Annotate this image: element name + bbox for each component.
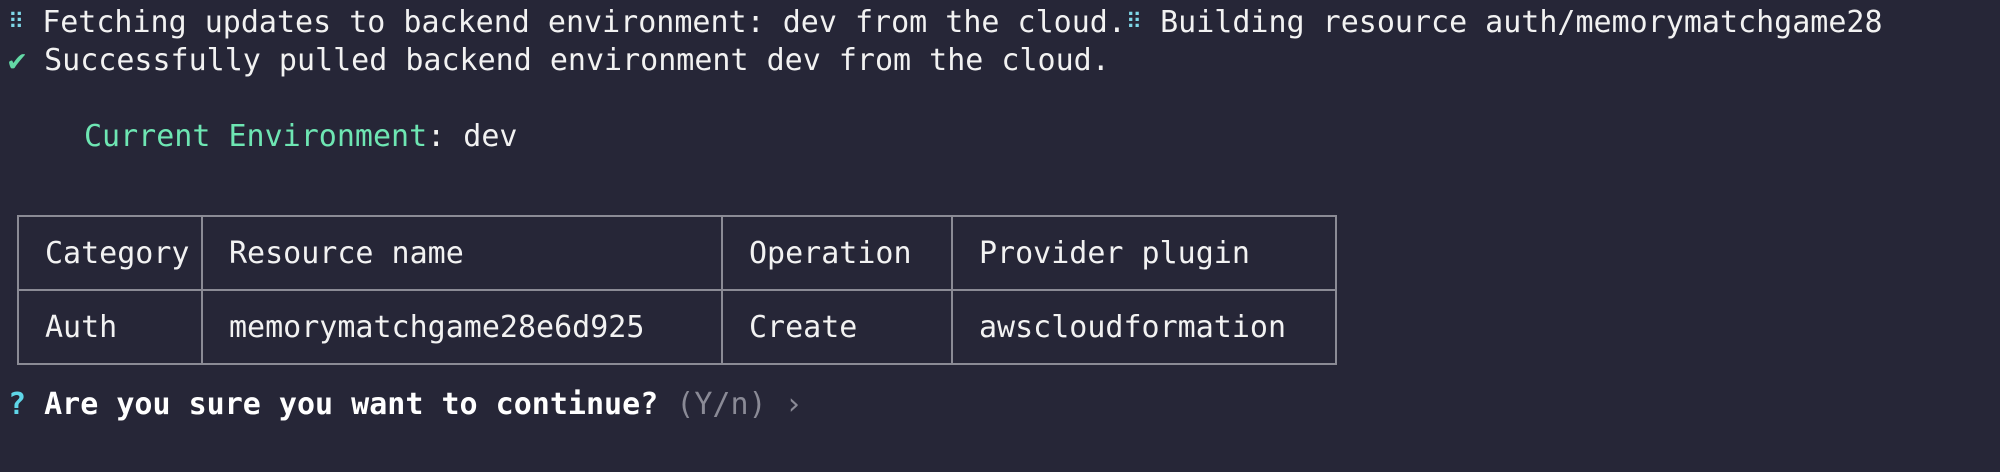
checkmark-icon: ✔ (8, 43, 27, 78)
header-provider-plugin: Provider plugin (951, 215, 1337, 291)
table-header-row: Category Resource name Operation Provide… (17, 215, 1337, 291)
building-text: Building resource auth/memorymatchgame28 (1160, 5, 1883, 40)
question-mark-icon: ? (8, 387, 27, 422)
prompt-hint: (Y/n) (676, 387, 767, 422)
chevron-right-icon: › (784, 387, 803, 422)
header-operation: Operation (721, 215, 953, 291)
environment-value: dev (463, 119, 518, 154)
status-line-success: ✔ Successfully pulled backend environmen… (8, 42, 1110, 80)
cell-operation: Create (721, 289, 953, 365)
resource-table: Category Resource name Operation Provide… (17, 215, 1337, 365)
status-line-fetching: ⠿ Fetching updates to backend environmen… (8, 4, 1883, 42)
confirm-prompt[interactable]: ? Are you sure you want to continue? (Y/… (8, 386, 803, 424)
prompt-question: Are you sure you want to continue? (44, 387, 659, 422)
cell-provider-plugin: awscloudformation (951, 289, 1337, 365)
cell-category: Auth (17, 289, 203, 365)
spinner-icon: ⠿ (8, 10, 25, 35)
header-category: Category (17, 215, 203, 291)
spinner-icon: ⠿ (1125, 10, 1143, 35)
header-resource-name: Resource name (201, 215, 723, 291)
environment-label: Current Environment (84, 119, 428, 154)
cell-resource-name: memorymatchgame28e6d925 (201, 289, 723, 365)
success-text: Successfully pulled backend environment … (44, 43, 1110, 78)
table-row: Auth memorymatchgame28e6d925 Create awsc… (17, 289, 1337, 365)
environment-separator: : (427, 119, 464, 154)
current-environment-line: Current Environment: dev (84, 118, 517, 156)
fetching-text: Fetching updates to backend environment:… (42, 5, 1126, 40)
